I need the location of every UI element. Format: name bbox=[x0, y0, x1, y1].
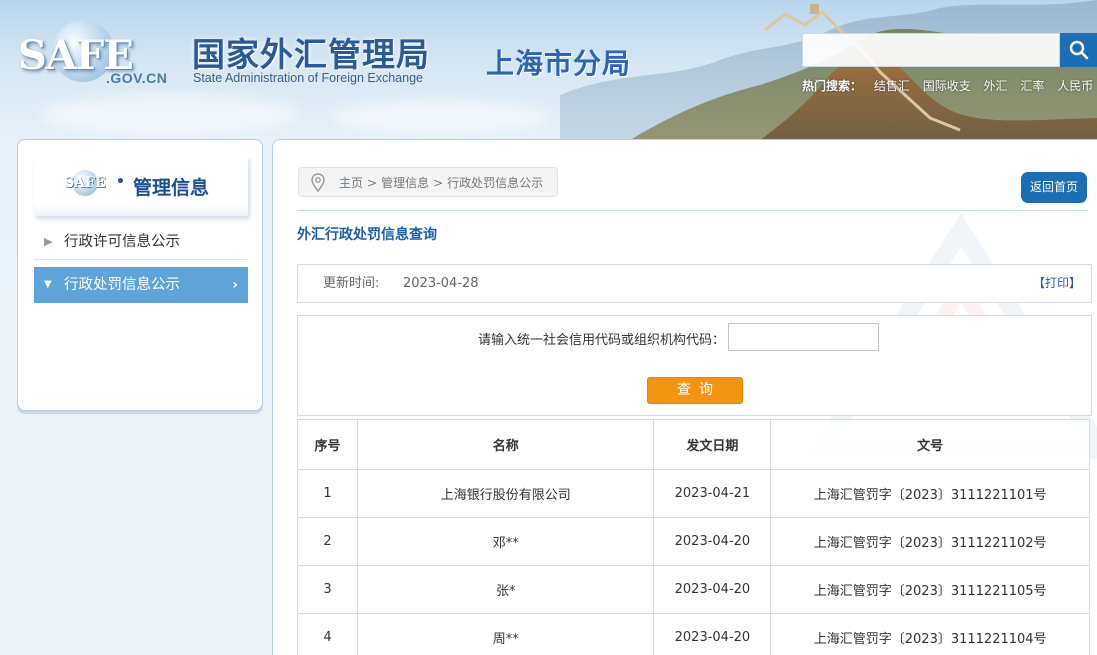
site-header: SAFE .GOV.CN 国家外汇管理局 State Administratio… bbox=[0, 0, 1097, 140]
cell-doc-number[interactable]: 上海汇管罚字〔2023〕3111221101号 bbox=[770, 469, 1090, 518]
sidebar-item-label: 行政许可信息公示 bbox=[64, 234, 180, 250]
hot-search-link[interactable]: 国际收支 bbox=[923, 79, 971, 93]
sidebar-item-label: 行政处罚信息公示 bbox=[64, 277, 180, 293]
sidebar-item-admin-license[interactable]: ▶ 行政许可信息公示 bbox=[34, 224, 248, 260]
hot-search-link[interactable]: 外汇 bbox=[984, 79, 1008, 93]
main-content: 主页 > 管理信息 > 行政处罚信息公示 返回首页 外汇行政处罚信息查询 更新时间: 2… bbox=[272, 139, 1097, 655]
cell-name[interactable]: 邓** bbox=[356, 517, 655, 566]
great-wall-banner-image bbox=[560, 0, 1097, 140]
column-header-date: 发文日期 bbox=[653, 419, 772, 470]
table-row[interactable]: 1 上海银行股份有限公司 2023-04-21 上海汇管罚字〔2023〕3111… bbox=[297, 469, 1090, 518]
table-header-row: 序号 名称 发文日期 文号 bbox=[297, 419, 1090, 470]
penalty-results-table: 序号 名称 发文日期 文号 1 上海银行股份有限公司 2023-04-21 上海… bbox=[297, 419, 1090, 655]
agency-name-en: State Administration of Foreign Exchange bbox=[193, 71, 423, 85]
cell-index: 2 bbox=[297, 517, 358, 566]
cell-date: 2023-04-20 bbox=[653, 517, 772, 566]
credit-code-input[interactable] bbox=[728, 323, 879, 351]
table-row[interactable]: 2 邓** 2023-04-20 上海汇管罚字〔2023〕3111221102号 bbox=[297, 517, 1090, 566]
cell-index: 4 bbox=[297, 613, 358, 655]
safe-logo[interactable]: SAFE .GOV.CN bbox=[18, 20, 198, 100]
query-button[interactable]: 查询 bbox=[647, 377, 743, 404]
agency-name-cn: 国家外汇管理局 bbox=[192, 35, 430, 74]
breadcrumb: 主页 > 管理信息 > 行政处罚信息公示 bbox=[298, 167, 559, 197]
breadcrumb-current[interactable]: 行政处罚信息公示 bbox=[447, 176, 543, 190]
table-row[interactable]: 4 周** 2023-04-20 上海汇管罚字〔2023〕3111221104号 bbox=[297, 613, 1090, 655]
update-time-value: 2023-04-28 bbox=[403, 276, 479, 291]
search-icon bbox=[1069, 40, 1089, 60]
safe-small-logo: SAFE bbox=[64, 170, 106, 200]
breadcrumb-home[interactable]: 主页 bbox=[339, 176, 363, 190]
breadcrumb-separator: > bbox=[433, 176, 444, 190]
update-info-bar: 更新时间: 2023-04-28 【打印】 bbox=[297, 264, 1092, 303]
hot-search-link[interactable]: 汇率 bbox=[1020, 79, 1044, 93]
sidebar-item-admin-penalty[interactable]: ▼ 行政处罚信息公示 › bbox=[34, 267, 248, 303]
divider bbox=[297, 210, 1087, 211]
cell-name[interactable]: 周** bbox=[356, 613, 655, 655]
cell-index: 3 bbox=[297, 565, 358, 614]
hot-search-link[interactable]: 结售汇 bbox=[874, 79, 910, 93]
location-pin-icon bbox=[311, 173, 325, 192]
hot-search-link[interactable]: 人民币 bbox=[1057, 79, 1093, 93]
search-input[interactable] bbox=[802, 33, 1060, 67]
print-link[interactable]: 【打印】 bbox=[1033, 265, 1081, 302]
small-logo-text: SAFE bbox=[64, 175, 106, 191]
cell-index: 1 bbox=[297, 469, 358, 518]
table-row[interactable]: 3 张* 2023-04-20 上海汇管罚字〔2023〕3111221105号 bbox=[297, 565, 1090, 614]
cell-doc-number[interactable]: 上海汇管罚字〔2023〕3111221105号 bbox=[770, 565, 1090, 614]
breadcrumb-separator: > bbox=[367, 176, 378, 190]
logo-domain: .GOV.CN bbox=[106, 70, 168, 86]
branch-name: 上海市分局 bbox=[486, 47, 632, 80]
back-to-home-button[interactable]: 返回首页 bbox=[1021, 172, 1087, 203]
column-header-name: 名称 bbox=[356, 419, 655, 470]
cell-date: 2023-04-20 bbox=[653, 565, 772, 614]
chevron-right-icon: › bbox=[232, 277, 238, 293]
breadcrumb-management[interactable]: 管理信息 bbox=[381, 176, 429, 190]
cell-date: 2023-04-20 bbox=[653, 613, 772, 655]
chevron-right-icon: ▶ bbox=[44, 235, 53, 248]
section-title: 外汇行政处罚信息查询 bbox=[297, 227, 437, 243]
hot-search-bar: 热门搜索： 结售汇 国际收支 外汇 汇率 人民币 bbox=[802, 77, 1097, 94]
query-label: 请输入统一社会信用代码或组织机构代码： bbox=[478, 333, 726, 348]
caret-down-icon: ▼ bbox=[44, 279, 52, 290]
update-time-label: 更新时间: bbox=[323, 276, 380, 291]
hot-search-label: 热门搜索： bbox=[802, 79, 863, 93]
cell-date: 2023-04-21 bbox=[653, 469, 772, 518]
bullet-dot-icon: • bbox=[116, 174, 125, 190]
cell-name[interactable]: 上海银行股份有限公司 bbox=[356, 469, 655, 518]
query-form: 请输入统一社会信用代码或组织机构代码： 查询 bbox=[297, 315, 1092, 416]
sidebar-header: SAFE • 管理信息 bbox=[34, 156, 248, 216]
cell-doc-number[interactable]: 上海汇管罚字〔2023〕3111221102号 bbox=[770, 517, 1090, 566]
cell-doc-number[interactable]: 上海汇管罚字〔2023〕3111221104号 bbox=[770, 613, 1090, 655]
sidebar-title: 管理信息 bbox=[133, 177, 210, 199]
sidebar: SAFE • 管理信息 ▶ 行政许可信息公示 ▼ 行政处罚信息公示 › bbox=[17, 139, 263, 411]
column-header-index: 序号 bbox=[297, 419, 358, 470]
cell-name[interactable]: 张* bbox=[356, 565, 655, 614]
column-header-doc-number: 文号 bbox=[770, 419, 1090, 470]
search-button[interactable] bbox=[1060, 33, 1097, 67]
